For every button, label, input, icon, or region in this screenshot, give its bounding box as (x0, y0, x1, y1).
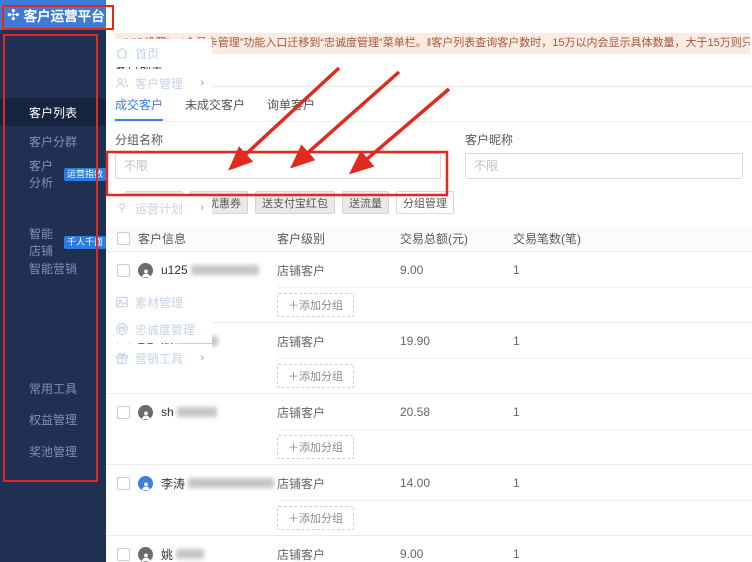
image-icon (115, 295, 129, 309)
send-alipay-redpacket-button[interactable]: 送支付宝红包 (255, 191, 335, 214)
users-icon (115, 76, 129, 90)
app-header: ✣ 客户运营平台 (0, 0, 106, 30)
sidebar-item-rights-management[interactable]: 权益管理 (0, 405, 106, 433)
group-name-input[interactable] (115, 153, 441, 179)
tab-deal-customers[interactable]: 成交客户 (115, 96, 163, 121)
sidebar-item-home[interactable]: 首页 (106, 39, 212, 67)
customer-table: 客户信息 客户级别 交易总额(元) 交易笔数(笔) u125 店铺客户 9.00… (106, 226, 752, 562)
customer-level: 店铺客户 (277, 262, 400, 279)
add-group-button[interactable]: ＋添加分组 (277, 435, 354, 459)
sidebar-item-marketing-tools[interactable]: 营销工具 › (106, 344, 212, 372)
group-management-button[interactable]: 分组管理 (396, 191, 454, 214)
column-customer-info: 客户信息 (138, 230, 186, 247)
app-title: 客户运营平台 (24, 5, 105, 25)
sidebar-item-smart-shop[interactable]: 智能店铺 千人千面 (0, 228, 106, 256)
sidebar-item-material-management[interactable]: 素材管理 (106, 288, 212, 316)
table-header: 客户信息 客户级别 交易总额(元) 交易笔数(笔) (106, 226, 752, 252)
chevron-right-icon: › (200, 202, 204, 214)
medal-icon (115, 322, 129, 336)
customer-level: 店铺客户 (277, 333, 400, 350)
row-checkbox[interactable] (117, 264, 130, 277)
chevron-right-icon: › (200, 352, 204, 364)
customer-nickname-input[interactable] (465, 153, 743, 179)
add-group-row: ＋添加分组 (106, 430, 752, 465)
customer-level: 店铺客户 (277, 404, 400, 421)
trade-count: 1 (513, 405, 752, 419)
customer-name[interactable]: sh (161, 405, 217, 419)
personalization-badge: 千人千面 (64, 236, 106, 249)
sidebar-item-customer-segment[interactable]: 客户分群 (0, 127, 106, 155)
total-amount: 9.00 (400, 547, 513, 561)
sidebar-nav: 首页 客户管理 › 客户列表 客户分群 客户分析 运营指数 运营计划 › (0, 30, 106, 562)
customer-level: 店铺客户 (277, 546, 400, 562)
censored-text (191, 265, 259, 275)
customer-name[interactable]: u125 (161, 263, 259, 277)
total-amount: 19.90 (400, 334, 513, 348)
sidebar-item-customer-list[interactable]: 客户列表 (0, 98, 106, 126)
app-window: ✣ 客户运营平台 首页 客户管理 › 客户列表 客户分群 客户分析 运营指数 (0, 0, 752, 562)
column-customer-level: 客户级别 (277, 230, 400, 247)
total-amount: 20.58 (400, 405, 513, 419)
sidebar-item-prize-pool-management[interactable]: 奖池管理 (0, 437, 106, 465)
trade-count: 1 (513, 334, 752, 348)
group-name-label: 分组名称 (115, 131, 441, 148)
ops-index-badge: 运营指数 (64, 168, 106, 181)
total-amount: 14.00 (400, 476, 513, 490)
sidebar-item-operation-plan[interactable]: 运营计划 › (106, 194, 212, 222)
add-group-button[interactable]: ＋添加分组 (277, 364, 354, 388)
chevron-right-icon: › (200, 77, 204, 89)
sidebar-item-loyalty-management[interactable]: 忠诚度管理 (106, 315, 212, 343)
row-checkbox[interactable] (117, 548, 130, 561)
tab-no-deal-customers[interactable]: 未成交客户 (185, 96, 245, 121)
customer-name[interactable]: 姚 (161, 546, 204, 562)
avatar (138, 263, 153, 278)
avatar (138, 476, 153, 491)
customer-nickname-label: 客户昵称 (465, 131, 743, 148)
trade-count: 1 (513, 547, 752, 561)
add-group-button[interactable]: ＋添加分组 (277, 506, 354, 530)
column-trade-count: 交易笔数(笔) (513, 230, 752, 247)
customer-name[interactable]: 李涛 (161, 475, 274, 492)
table-row: u125 店铺客户 9.00 1 (106, 252, 752, 288)
sidebar-item-customer-analysis[interactable]: 客户分析 运营指数 (0, 160, 106, 188)
add-group-row: ＋添加分组 (106, 501, 752, 536)
sidebar-item-common-tools[interactable]: 常用工具 (0, 374, 106, 402)
customer-level: 店铺客户 (277, 475, 400, 492)
select-all-checkbox[interactable] (117, 232, 130, 245)
censored-text (177, 407, 217, 417)
censored-text (188, 478, 274, 488)
gift-icon (115, 351, 129, 365)
sidebar-item-smart-marketing[interactable]: 智能营销 (0, 254, 106, 282)
trade-count: 1 (513, 263, 752, 277)
sidebar-item-customer-management[interactable]: 客户管理 › (106, 69, 212, 97)
send-traffic-button[interactable]: 送流量 (342, 191, 389, 214)
table-row: 姚 店铺客户 9.00 1 (106, 536, 752, 562)
filter-bar: 分组名称 客户昵称 (106, 122, 752, 179)
row-checkbox[interactable] (117, 477, 130, 490)
avatar (138, 405, 153, 420)
total-amount: 9.00 (400, 263, 513, 277)
tab-inquiry-customers[interactable]: 询单客户 (267, 96, 315, 121)
table-row: sh 店铺客户 20.58 1 (106, 394, 752, 430)
row-checkbox[interactable] (117, 406, 130, 419)
table-row: 李涛 店铺客户 14.00 1 (106, 465, 752, 501)
bulb-icon (115, 201, 129, 215)
avatar (138, 547, 153, 562)
trade-count: 1 (513, 476, 752, 490)
censored-text (176, 549, 204, 559)
pinwheel-logo-icon: ✣ (7, 8, 20, 23)
column-total-amount: 交易总额(元) (400, 230, 513, 247)
home-icon (115, 46, 129, 60)
add-group-button[interactable]: ＋添加分组 (277, 293, 354, 317)
